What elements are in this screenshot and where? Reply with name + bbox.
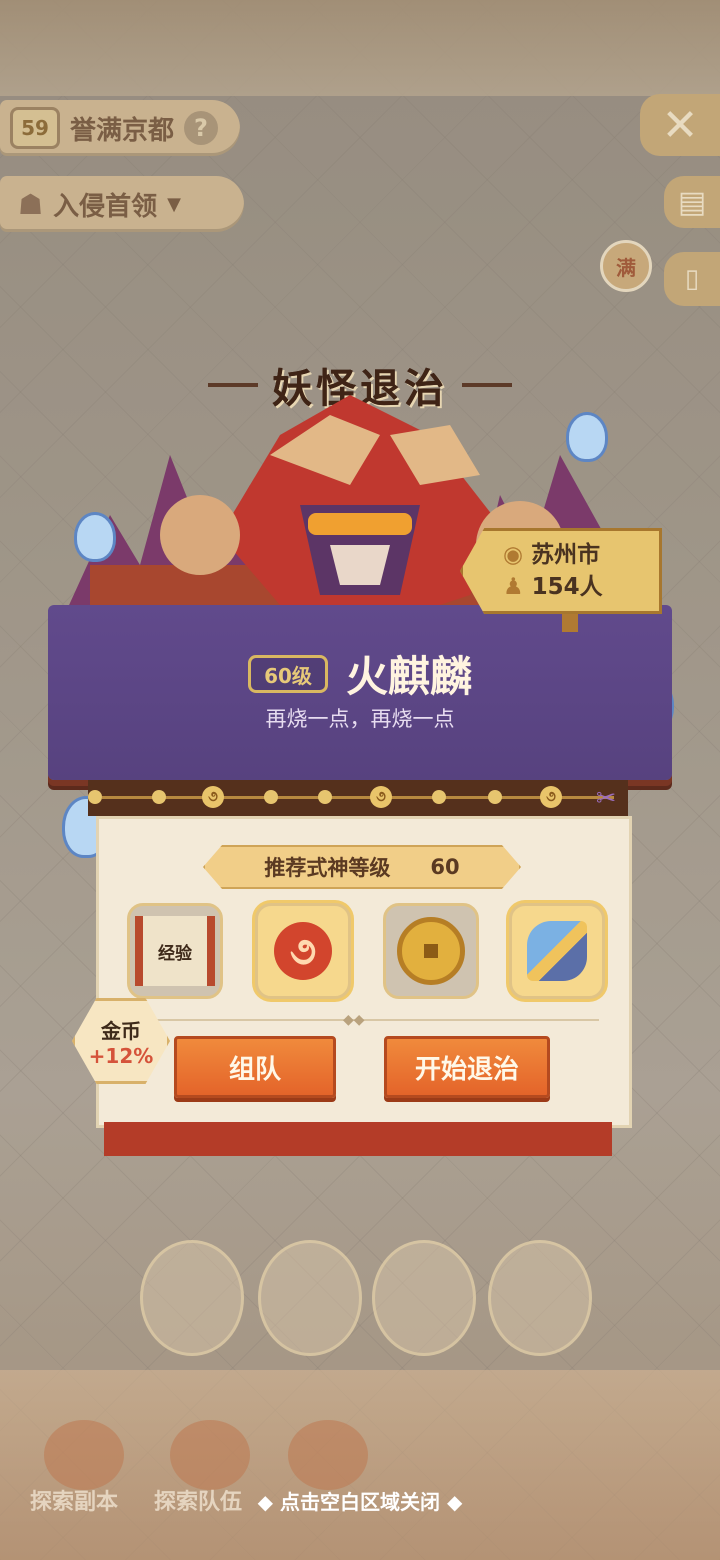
- spirit-flame-icon: [566, 412, 608, 462]
- progress-dot: [264, 790, 278, 804]
- team-emblem-icon: [170, 1420, 250, 1490]
- gold-bonus-value: +12%: [88, 1043, 154, 1068]
- panel-footer: [104, 1122, 612, 1156]
- oni-mask-icon: ☗: [18, 187, 44, 221]
- level-badge: 59: [10, 107, 60, 149]
- progress-dot: [88, 790, 102, 804]
- boss-banner: 60级 火麒麟 再烧一点，再烧一点: [48, 605, 672, 780]
- start-button[interactable]: 开始退治: [384, 1036, 550, 1098]
- progress-dot: [152, 790, 166, 804]
- location-pin-icon: ◉: [503, 542, 524, 568]
- title-ornament-left: [208, 383, 258, 387]
- reward-coin[interactable]: [383, 903, 479, 999]
- recommend-label: 推荐式神等级: [264, 856, 391, 880]
- gold-coin-icon: [397, 917, 465, 985]
- paper-bird-icon: [527, 921, 587, 981]
- person-icon: ♟: [503, 574, 524, 600]
- boss-name: 火麒麟: [346, 652, 473, 701]
- reward-exp[interactable]: 经验: [127, 903, 223, 999]
- top-bar: [0, 0, 720, 96]
- bird-end-icon: ✂: [596, 784, 617, 812]
- character-portrait: [488, 1240, 592, 1356]
- city-title: 誉满京都: [70, 115, 175, 146]
- progress-swirl-icon: ૭: [370, 786, 392, 808]
- title-ornament-right: [462, 383, 512, 387]
- close-hint: ◆ 点击空白区域关闭 ◆: [257, 1490, 463, 1514]
- city-title-chip[interactable]: 59 誉满京都 ?: [0, 100, 240, 156]
- close-button[interactable]: ✕: [640, 94, 720, 156]
- exp-label: 经验: [158, 943, 192, 964]
- progress-swirl-icon: ૭: [540, 786, 562, 808]
- boss-mouth: [330, 545, 390, 585]
- progress-dot: [432, 790, 446, 804]
- magatama-swirl-icon: ૭: [274, 922, 332, 980]
- log-button[interactable]: ▤: [664, 176, 720, 228]
- boss-eyes: [308, 513, 412, 535]
- mode-dropdown[interactable]: ☗ 入侵首领 ▼: [0, 176, 244, 232]
- progress-dot: [318, 790, 332, 804]
- recommend-bar: 推荐式神等级 60: [203, 845, 521, 889]
- progress-dot: [488, 790, 502, 804]
- boss-paw-left: [160, 495, 240, 575]
- character-portrait: [140, 1240, 244, 1356]
- mode-label: 入侵首领: [53, 191, 158, 222]
- character-portrait: [258, 1240, 362, 1356]
- progress-line: [102, 796, 614, 799]
- gold-bonus-label: 金币: [101, 1018, 141, 1043]
- card-button[interactable]: ▯: [664, 252, 720, 306]
- explore-emblem-icon: [288, 1420, 368, 1490]
- reward-bird[interactable]: [509, 903, 605, 999]
- recommend-value: 60: [430, 855, 460, 879]
- progress-swirl-icon: ૭: [202, 786, 224, 808]
- boss-level: 60级: [248, 655, 328, 693]
- progress-strip: ૭ ૭ ૭ ✂: [88, 780, 628, 816]
- reward-magatama[interactable]: ૭: [255, 903, 351, 999]
- boss-quote: 再烧一点，再烧一点: [265, 707, 455, 731]
- location-players: 154人: [531, 574, 603, 600]
- location-sign[interactable]: ◉ 苏州市 ♟ 154人: [460, 528, 662, 614]
- character-portrait: [372, 1240, 476, 1356]
- magnifier-icon: [44, 1420, 124, 1490]
- team-button[interactable]: 组队: [174, 1036, 336, 1098]
- exp-scroll-icon: 经验: [135, 916, 215, 986]
- full-badge: 满: [600, 240, 652, 292]
- location-city: 苏州市: [531, 542, 601, 568]
- spirit-flame-icon: [74, 512, 116, 562]
- chevron-down-icon: ▼: [167, 193, 181, 215]
- location-text: ◉ 苏州市 ♟ 154人: [503, 539, 603, 603]
- help-icon[interactable]: ?: [184, 111, 219, 145]
- divider-ornament: ◆◆: [343, 1012, 365, 1028]
